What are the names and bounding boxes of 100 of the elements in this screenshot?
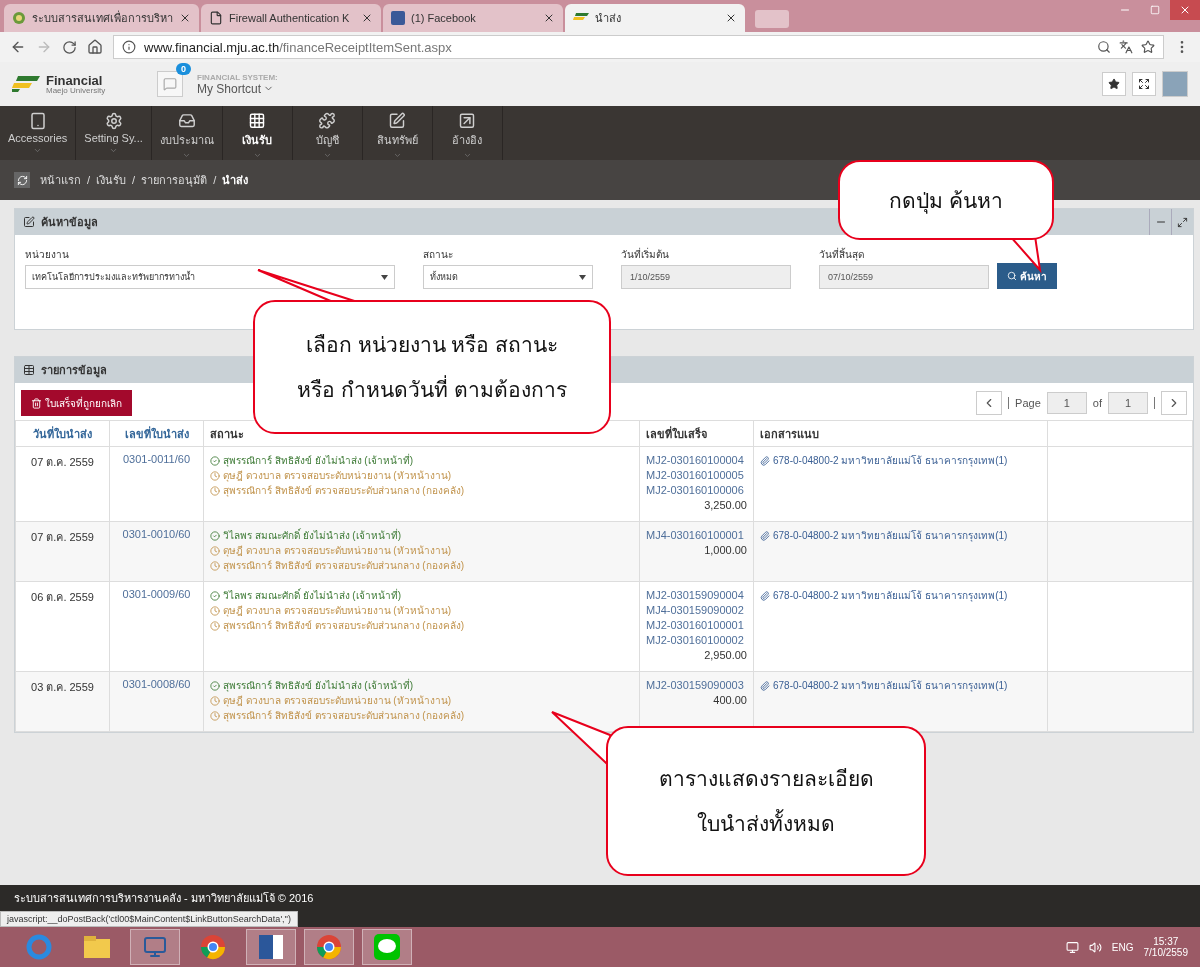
taskbar-app[interactable] — [130, 929, 180, 965]
caret-icon — [462, 151, 472, 160]
status-line: ดุษฎี ดวงบาล ตรวจสอบระดับหน่วยงาน (หัวหน้างาน) — [210, 693, 633, 708]
home-icon[interactable] — [87, 39, 103, 55]
taskbar-app[interactable] — [362, 929, 412, 965]
clock-icon — [210, 560, 220, 571]
zoom-icon[interactable] — [1097, 40, 1111, 54]
close-icon[interactable] — [543, 12, 555, 24]
network-icon[interactable] — [1065, 940, 1079, 954]
star-icon — [1108, 78, 1120, 90]
volume-icon[interactable] — [1088, 940, 1102, 954]
page-input[interactable]: 1 — [1046, 392, 1087, 414]
taskbar-app[interactable] — [304, 929, 354, 965]
receipt-link[interactable]: MJ4-030160100001 — [646, 528, 747, 543]
status-line: ดุษฎี ดวงบาล ตรวจสอบระดับหน่วยงาน (หัวหน้างาน) — [210, 543, 633, 558]
folder-icon — [84, 936, 110, 958]
field-label: หน่วยงาน — [25, 248, 70, 262]
chrome-icon — [200, 934, 226, 960]
close-icon[interactable] — [179, 12, 191, 24]
breadcrumb-link[interactable]: นำส่ง — [222, 171, 249, 189]
brand-name: Financial — [46, 73, 104, 87]
caret-icon — [182, 151, 192, 160]
status-line: ดุษฎี ดวงบาล ตรวจสอบระดับหน่วยงาน (หัวหน้างาน) — [210, 603, 633, 618]
date-cell-text: 07 ต.ค. 2559 — [30, 455, 95, 470]
receipt-link[interactable]: MJ2-030160100005 — [646, 468, 747, 483]
delivery-number-link[interactable]: 0301-0008/60 — [116, 678, 197, 690]
paperclip-icon — [760, 590, 770, 601]
fullscreen-button[interactable] — [1132, 72, 1156, 96]
delivery-number-link[interactable]: 0301-0010/60 — [116, 528, 197, 540]
date-cell-text: 06 ต.ค. 2559 — [30, 590, 95, 605]
gear-icon — [104, 112, 123, 130]
bookmark-star-icon[interactable] — [1141, 40, 1155, 54]
date-cell-text: 07 ต.ค. 2559 — [30, 530, 95, 545]
breadcrumb-link[interactable]: รายการอนุมัติ — [141, 171, 208, 189]
info-icon — [122, 40, 136, 54]
select-field[interactable]: ทั้งหมด — [423, 265, 593, 289]
breadcrumb-link[interactable]: หน้าแรก — [40, 171, 81, 189]
status-line: ดุษฎี ดวงบาล ตรวจสอบระดับหน่วยงาน (หัวหน้างาน) — [210, 468, 633, 483]
table-icon — [23, 364, 35, 376]
browser-tab[interactable]: นำส่ง — [565, 4, 745, 32]
puzzle-icon — [318, 112, 337, 130]
caret-icon — [109, 146, 119, 155]
fullscreen-icon — [1138, 78, 1150, 90]
receipt-link[interactable]: MJ2-030160100001 — [646, 618, 747, 633]
browser-tab[interactable]: (1) Facebook — [383, 4, 563, 32]
search-button[interactable]: ค้นหา — [997, 263, 1057, 289]
logo-icon — [12, 76, 40, 92]
reload-icon[interactable] — [62, 39, 77, 55]
language-indicator[interactable]: ENG — [1111, 941, 1134, 953]
column-header[interactable]: เลขที่ใบนำส่ง — [109, 420, 204, 447]
receipt-link[interactable]: MJ2-030160100002 — [646, 633, 747, 648]
column-header: เลขที่ใบเสร็จ — [639, 420, 754, 447]
date-cell-text: 03 ต.ค. 2559 — [30, 680, 95, 695]
next-page-button[interactable] — [1161, 391, 1187, 415]
monitor-icon — [143, 935, 167, 959]
receipt-link[interactable]: MJ4-030159090002 — [646, 603, 747, 618]
status-line: สุพรรณิการ์ สิทธิสังข์ ตรวจสอบระดับส่วนกลาง (กองคลัง) — [210, 708, 633, 723]
refresh-button[interactable] — [14, 172, 30, 188]
panel-title: รายการข้อมูล — [41, 363, 107, 379]
date-field[interactable]: 1/10/2559 — [621, 265, 791, 289]
attachment-link[interactable]: 678-0-04800-2 มหาวิทยาลัยแม่โจ้ ธนาคารกรุงเทพ(1) — [760, 453, 1041, 468]
caret-icon — [252, 151, 262, 160]
taskbar-app[interactable] — [246, 929, 296, 965]
paperclip-icon — [760, 680, 770, 691]
status-line: สุพรรณิการ์ สิทธิสังข์ ยังไม่นำส่ง (เจ้าหน้าที่) — [210, 678, 633, 693]
system-label: FINANCIAL SYSTEM: — [197, 72, 278, 82]
translate-icon[interactable] — [1119, 40, 1133, 54]
seal-icon — [12, 11, 26, 25]
amount-text: 2,950.00 — [703, 648, 747, 663]
attachment-link[interactable]: 678-0-04800-2 มหาวิทยาลัยแม่โจ้ ธนาคารกรุงเทพ(1) — [760, 588, 1041, 603]
back-icon[interactable] — [10, 39, 26, 55]
close-icon[interactable] — [361, 12, 373, 24]
clock-icon — [210, 605, 220, 616]
receipt-link[interactable]: MJ2-030159090004 — [646, 588, 747, 603]
amount-text: 1,000.00 — [703, 543, 747, 558]
cancelled-receipts-button[interactable]: ใบเสร็จที่ถูกยกเลิก — [21, 390, 132, 416]
favorite-button[interactable] — [1102, 72, 1126, 96]
address-bar[interactable]: www.financial.mju.ac.th/financeReceiptItemSent.aspx — [113, 35, 1164, 59]
callout-text: กดปุ่ม ค้นหา — [889, 187, 1003, 216]
breadcrumb-link[interactable]: เงินรับ — [96, 171, 127, 189]
page-label: Page — [1015, 397, 1041, 409]
receipt-link[interactable]: MJ2-030159090003 — [646, 678, 747, 693]
browser-tab[interactable]: ระบบสารสนเทศเพื่อการบริหา — [4, 4, 199, 32]
shortcut-dropdown[interactable]: My Shortcut — [197, 81, 278, 96]
receipt-link[interactable]: MJ2-030160100006 — [646, 483, 747, 498]
date-field[interactable]: 07/10/2559 — [819, 265, 989, 289]
previous-page-button[interactable] — [976, 391, 1003, 415]
of-label: of — [1092, 397, 1102, 409]
maximize-icon — [1150, 5, 1160, 15]
close-icon[interactable] — [725, 12, 737, 24]
delivery-number-link[interactable]: 0301-0011/60 — [116, 453, 197, 465]
notification-button[interactable] — [157, 71, 183, 97]
clock[interactable]: 15:37 7/10/2559 — [1143, 936, 1188, 958]
browser-tab[interactable]: Firewall Authentication K — [201, 4, 381, 32]
receipt-link[interactable]: MJ2-030160100004 — [646, 453, 747, 468]
delivery-number-link[interactable]: 0301-0009/60 — [116, 588, 197, 600]
page-icon — [209, 11, 223, 25]
status-line: วิไลพร สมณะศักดิ์ ยังไม่นำส่ง (เจ้าหน้าที่) — [210, 528, 633, 543]
status-url-tooltip: javascript:__doPostBack('ctl00$MainContent$LinkButtonSearchData','') — [0, 911, 299, 927]
column-header[interactable]: วันที่ใบนำส่ง — [15, 420, 110, 447]
